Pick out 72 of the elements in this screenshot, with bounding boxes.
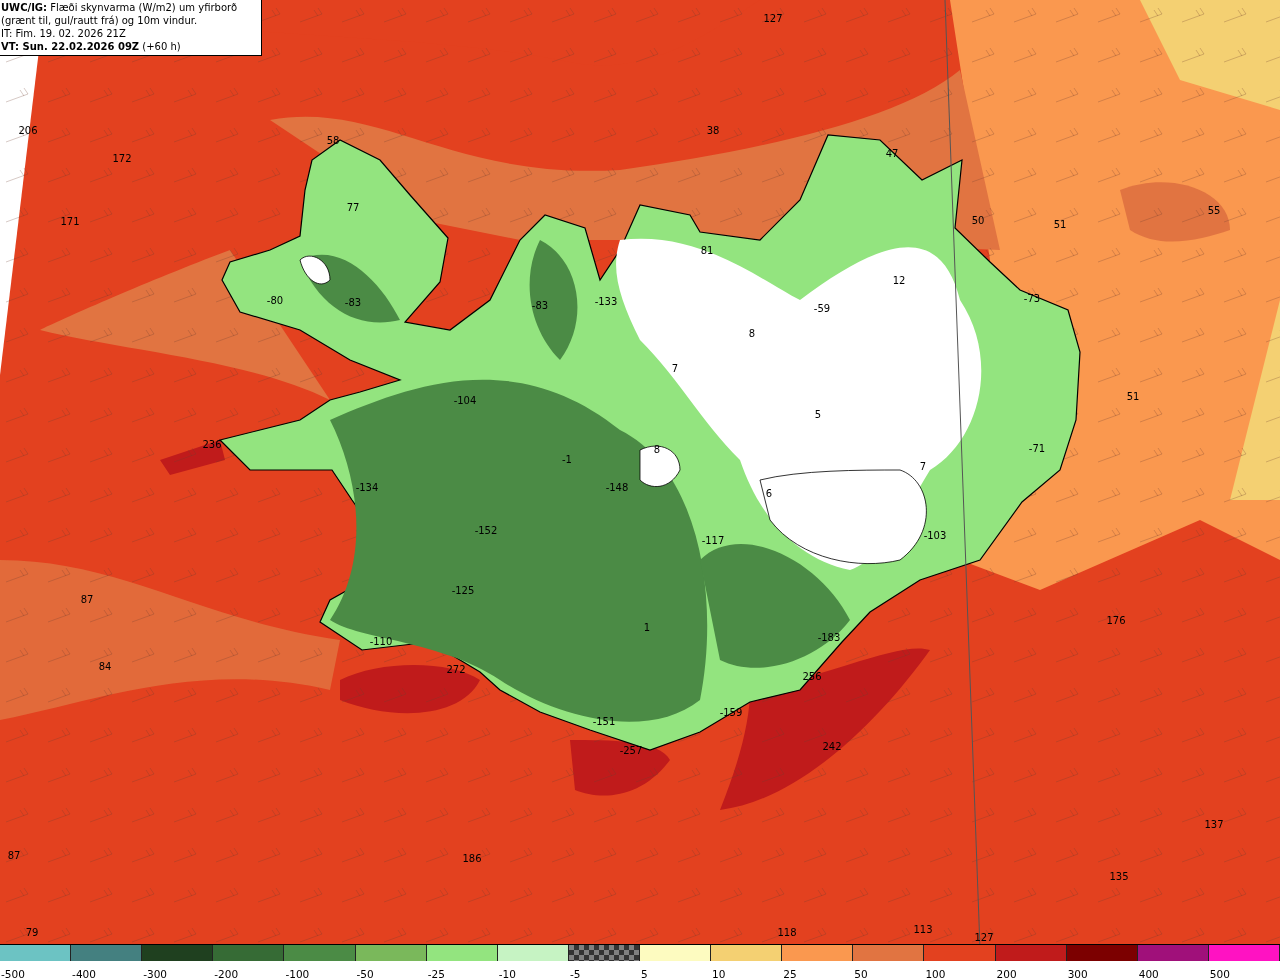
value-label: 113 [913, 923, 933, 935]
value-label: 55 [1207, 204, 1221, 216]
value-label: 186 [462, 852, 482, 864]
value-label: -110 [369, 635, 393, 647]
value-label: -117 [701, 534, 725, 546]
value-label: 87 [80, 593, 94, 605]
initial-time: IT: Fim. 19. 02. 2026 21Z [1, 27, 127, 40]
map-title: UWC/IG: Flæði skynvarma (W/m2) um yfirborð (grænt til, gul/rautt frá) og 10m vindur. [1, 1, 239, 27]
value-label: 50 [971, 214, 985, 226]
value-label: 58 [326, 134, 340, 146]
value-label: 137 [1204, 818, 1224, 830]
legend-label: -10 [498, 968, 516, 978]
value-label: 171 [60, 215, 80, 227]
value-label: -83 [344, 296, 362, 308]
legend-label: -25 [427, 968, 445, 978]
value-label: -134 [355, 481, 379, 493]
value-label: -104 [453, 394, 477, 406]
value-label: 7 [919, 460, 927, 472]
value-label: 135 [1109, 870, 1129, 882]
legend-label: 200 [996, 968, 1017, 978]
value-label: -257 [619, 744, 643, 756]
value-label: 8 [748, 327, 756, 339]
value-label: 272 [446, 663, 466, 675]
value-label: 79 [25, 926, 39, 938]
legend-label: -300 [143, 968, 168, 978]
legend-label: 400 [1138, 968, 1159, 978]
value-label: 5 [814, 408, 822, 420]
legend-label: -200 [214, 968, 239, 978]
value-label: 77 [346, 201, 360, 213]
value-label: -83 [531, 299, 549, 311]
valid-time: VT: Sun. 22.02.2026 09Z (+60 h) [1, 40, 182, 53]
value-label: -151 [592, 715, 616, 727]
legend-label: -50 [356, 968, 374, 978]
legend-label: 25 [783, 968, 797, 978]
value-label: 8 [653, 443, 661, 455]
value-label: 6 [765, 487, 773, 499]
value-label: 176 [1106, 614, 1126, 626]
legend-label: 100 [925, 968, 946, 978]
value-label: 256 [802, 670, 822, 682]
value-label: 12 [892, 274, 906, 286]
legend-label: -5 [569, 968, 581, 978]
legend-label: 50 [854, 968, 868, 978]
value-label: 1 [643, 621, 651, 633]
value-label: 236 [202, 438, 222, 450]
value-label: -103 [923, 529, 947, 541]
value-label: 127 [763, 12, 783, 24]
legend-label: -500 [1, 968, 25, 978]
value-label: -133 [594, 295, 618, 307]
legend-label: -400 [72, 968, 96, 978]
value-label: 127 [974, 931, 994, 943]
value-label: 242 [822, 740, 842, 752]
value-label: 7 [671, 362, 679, 374]
value-label: -59 [813, 302, 831, 314]
legend-label: 300 [1067, 968, 1088, 978]
legend-label: 500 [1209, 968, 1230, 978]
value-label: 84 [98, 660, 112, 672]
value-label: -73 [1023, 292, 1041, 304]
value-label: -71 [1028, 442, 1046, 454]
legend-label: 10 [712, 968, 726, 978]
value-label: -80 [266, 294, 284, 306]
value-label: 51 [1126, 390, 1140, 402]
value-label: -1 [562, 453, 572, 465]
value-label: 38 [706, 124, 720, 136]
value-label: 51 [1053, 218, 1067, 230]
legend-label: 5 [641, 968, 648, 978]
value-label: 118 [777, 926, 797, 938]
value-label: -148 [605, 481, 629, 493]
value-label: 87 [7, 849, 21, 861]
value-label: -152 [474, 524, 498, 536]
legend-label: -100 [285, 968, 310, 978]
value-label: 172 [112, 152, 132, 164]
value-label: -125 [451, 584, 475, 596]
